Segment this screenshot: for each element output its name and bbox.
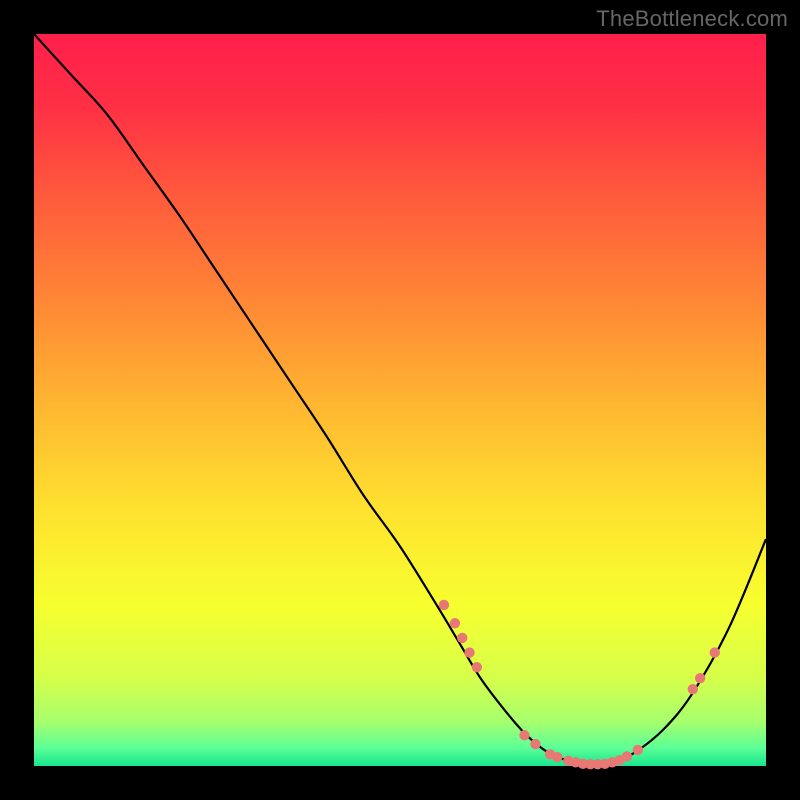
data-point-marker — [519, 730, 529, 740]
data-point-marker — [688, 684, 698, 694]
data-point-marker — [530, 739, 540, 749]
data-point-marker — [633, 745, 643, 755]
data-point-marker — [439, 600, 449, 610]
heatmap-background — [34, 34, 766, 766]
data-point-marker — [450, 618, 460, 628]
data-point-marker — [457, 633, 467, 643]
data-point-marker — [695, 673, 705, 683]
watermark-text: TheBottleneck.com — [596, 6, 788, 32]
data-point-marker — [472, 662, 482, 672]
bottleneck-chart — [0, 0, 800, 800]
data-point-marker — [552, 752, 562, 762]
data-point-marker — [710, 647, 720, 657]
data-point-marker — [464, 647, 474, 657]
chart-stage: TheBottleneck.com — [0, 0, 800, 800]
data-point-marker — [622, 751, 632, 761]
